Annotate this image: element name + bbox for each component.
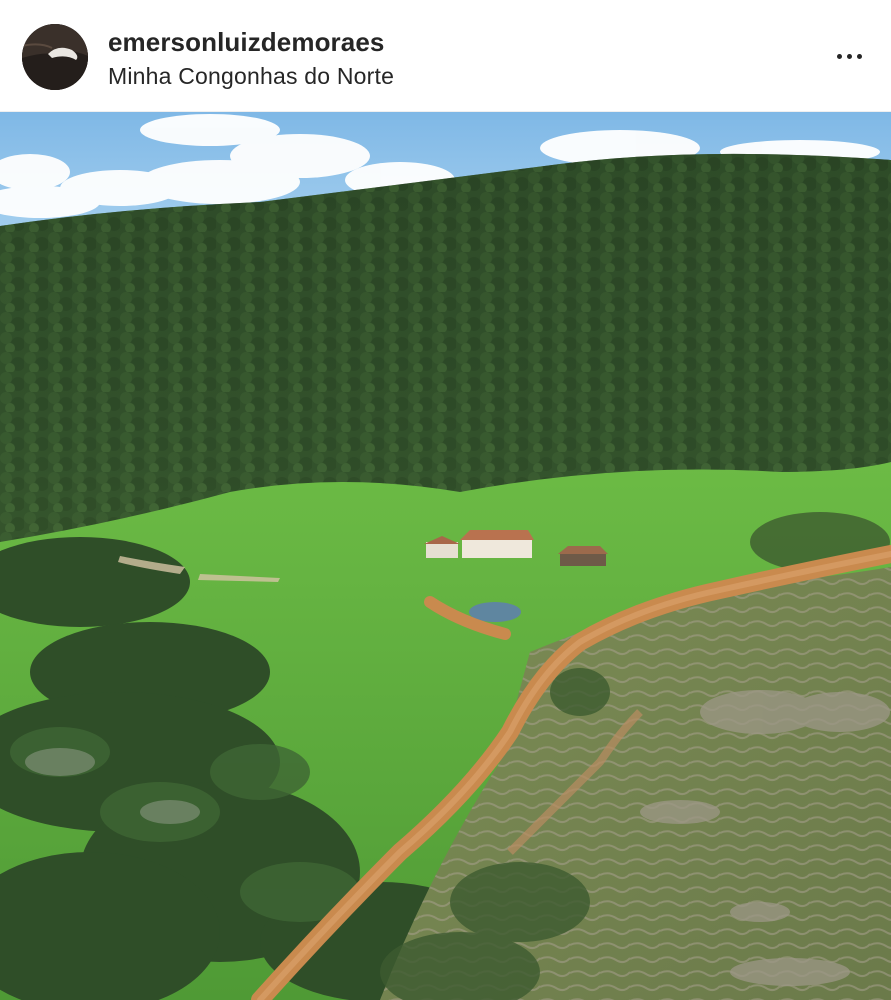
aerial-landscape-image <box>0 112 891 1000</box>
username[interactable]: emersonluizdemoraes <box>108 26 384 58</box>
post-photo[interactable] <box>0 112 891 1000</box>
post-header: emersonluizdemoraes Minha Congonhas do N… <box>0 0 891 112</box>
profile-avatar[interactable] <box>22 24 88 90</box>
instagram-post: emersonluizdemoraes Minha Congonhas do N… <box>0 0 891 1000</box>
avatar-image <box>22 24 88 90</box>
location-link[interactable]: Minha Congonhas do Norte <box>108 62 394 90</box>
more-options-button[interactable] <box>825 36 873 76</box>
more-options-icon <box>836 53 862 59</box>
